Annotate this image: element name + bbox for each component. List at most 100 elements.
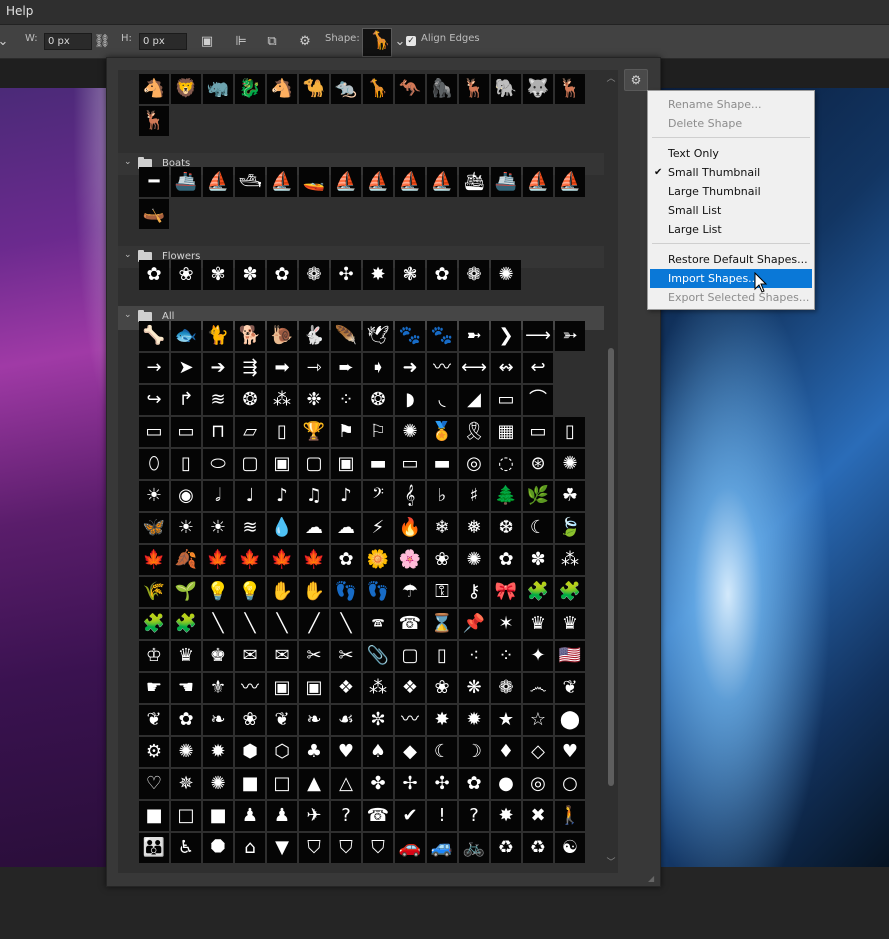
shape-thumbnail[interactable]: ▬ bbox=[363, 449, 393, 479]
shape-thumbnail[interactable]: ☁ bbox=[299, 513, 329, 543]
shape-thumbnail[interactable]: ♚ bbox=[203, 641, 233, 671]
shape-thumbnail[interactable]: ☎ bbox=[395, 609, 425, 639]
shape-thumbnail[interactable]: ◢ bbox=[459, 385, 489, 415]
shape-thumbnail[interactable]: ○ bbox=[555, 769, 585, 799]
shape-thumbnail[interactable]: 🍁 bbox=[235, 545, 265, 575]
shape-thumbnail[interactable]: ♥ bbox=[555, 737, 585, 767]
shape-thumbnail[interactable]: ✺ bbox=[491, 260, 521, 290]
shape-thumbnail[interactable]: ╲ bbox=[267, 609, 297, 639]
shape-thumbnail[interactable]: ❅ bbox=[459, 513, 489, 543]
shape-thumbnail[interactable]: ━ bbox=[139, 167, 169, 197]
shape-thumbnail[interactable]: ▭ bbox=[395, 449, 425, 479]
shape-thumbnail[interactable]: 🍁 bbox=[267, 545, 297, 575]
shape-thumbnail[interactable]: ➨ bbox=[331, 353, 361, 383]
shape-thumbnail[interactable]: ✸ bbox=[427, 705, 457, 735]
shape-thumbnail[interactable]: ☎ bbox=[363, 801, 393, 831]
shape-thumbnail[interactable]: ⛵ bbox=[555, 167, 585, 197]
shape-thumbnail[interactable]: ❀ bbox=[427, 673, 457, 703]
shape-thumbnail[interactable]: ✸ bbox=[491, 801, 521, 831]
shape-thumbnail[interactable]: ⚷ bbox=[459, 577, 489, 607]
shape-thumbnail[interactable]: ❖ bbox=[395, 673, 425, 703]
shape-thumbnail[interactable]: ✋ bbox=[267, 577, 297, 607]
shape-thumbnail[interactable]: ❯ bbox=[491, 321, 521, 351]
shape-thumbnail[interactable]: ♿ bbox=[171, 833, 201, 863]
shape-thumbnail[interactable]: 🌸 bbox=[395, 545, 425, 575]
shape-thumbnail[interactable]: 🌼 bbox=[363, 545, 393, 575]
shape-thumbnail[interactable]: ≋ bbox=[235, 513, 265, 543]
shape-thumbnail[interactable]: 🐺 bbox=[523, 74, 553, 104]
shape-thumbnail[interactable]: ♻ bbox=[523, 833, 553, 863]
shape-thumbnail[interactable]: 🦌 bbox=[459, 74, 489, 104]
shape-thumbnail[interactable]: ✹ bbox=[459, 705, 489, 735]
shape-thumbnail[interactable]: 👣 bbox=[331, 577, 361, 607]
shape-thumbnail[interactable]: ✉ bbox=[235, 641, 265, 671]
shape-thumbnail[interactable]: ♟ bbox=[267, 801, 297, 831]
shape-thumbnail[interactable]: 🧩 bbox=[555, 577, 585, 607]
shape-thumbnail[interactable]: 🐌 bbox=[267, 321, 297, 351]
shape-thumbnail[interactable]: ▯ bbox=[427, 641, 457, 671]
shape-thumbnail[interactable]: 👣 bbox=[363, 577, 393, 607]
shape-thumbnail[interactable]: ☂ bbox=[395, 577, 425, 607]
shape-thumbnail[interactable]: □ bbox=[267, 769, 297, 799]
shape-thumbnail[interactable]: ▲ bbox=[299, 769, 329, 799]
shape-thumbnail[interactable]: ⛵ bbox=[203, 167, 233, 197]
shape-thumbnail[interactable]: ♥ bbox=[331, 737, 361, 767]
shape-thumbnail[interactable]: ♦ bbox=[491, 737, 521, 767]
shape-thumbnail[interactable]: 🦘 bbox=[395, 74, 425, 104]
gear-icon[interactable]: ⚙ bbox=[296, 33, 314, 51]
shape-thumbnail[interactable]: ✋ bbox=[299, 577, 329, 607]
shape-thumbnail[interactable]: 🕿 bbox=[363, 609, 393, 639]
shape-thumbnail[interactable]: ■ bbox=[139, 801, 169, 831]
shape-thumbnail[interactable]: ♪ bbox=[267, 481, 297, 511]
shape-thumbnail[interactable]: 🌿 bbox=[523, 481, 553, 511]
shape-thumbnail[interactable]: ▢ bbox=[235, 449, 265, 479]
shape-thumbnail[interactable]: ☀ bbox=[139, 481, 169, 511]
scrollbar[interactable]: ︿ ﹀ bbox=[604, 70, 618, 873]
shape-thumbnail[interactable]: ▯ bbox=[171, 449, 201, 479]
shape-thumbnail[interactable]: ▦ bbox=[491, 417, 521, 447]
shape-thumbnail[interactable]: 💡 bbox=[203, 577, 233, 607]
shape-thumbnail[interactable]: ◇ bbox=[523, 737, 553, 767]
shape-thumbnail[interactable]: ⚿ bbox=[427, 577, 457, 607]
shape-thumbnail[interactable]: ■ bbox=[203, 801, 233, 831]
shape-thumbnail[interactable]: ◌ bbox=[491, 449, 521, 479]
scroll-up-icon[interactable]: ︿ bbox=[606, 74, 616, 84]
path-arrangement-icon[interactable]: ⧉ bbox=[263, 33, 281, 51]
shape-thumbnail[interactable]: ▭ bbox=[139, 417, 169, 447]
shape-thumbnail[interactable]: 🚗 bbox=[395, 833, 425, 863]
shape-thumbnail[interactable]: ✿ bbox=[331, 545, 361, 575]
shape-thumbnail[interactable]: ⛵ bbox=[395, 167, 425, 197]
shape-thumbnail[interactable]: ✿ bbox=[491, 545, 521, 575]
shape-thumbnail[interactable]: ✺ bbox=[555, 449, 585, 479]
shape-thumbnail[interactable]: ⚜ bbox=[203, 673, 233, 703]
shape-thumbnail[interactable]: ➧ bbox=[363, 353, 393, 383]
shape-thumbnail[interactable]: ⇶ bbox=[235, 353, 265, 383]
shape-thumbnail[interactable]: 〰 bbox=[427, 353, 457, 383]
shape-thumbnail[interactable]: ✽ bbox=[523, 545, 553, 575]
shape-thumbnail[interactable]: ✤ bbox=[363, 769, 393, 799]
shape-thumbnail[interactable]: 💡 bbox=[235, 577, 265, 607]
shape-thumbnail[interactable]: ❀ bbox=[235, 705, 265, 735]
shape-thumbnail[interactable]: ♛ bbox=[523, 609, 553, 639]
shape-thumbnail[interactable]: ✣ bbox=[427, 769, 457, 799]
shape-thumbnail[interactable]: ✂ bbox=[299, 641, 329, 671]
shape-thumbnail[interactable]: 🌲 bbox=[491, 481, 521, 511]
shape-thumbnail[interactable]: ▯ bbox=[555, 417, 585, 447]
shape-thumbnail[interactable]: 🌱 bbox=[171, 577, 201, 607]
shape-thumbnail[interactable]: ⬡ bbox=[267, 737, 297, 767]
shape-thumbnail[interactable]: ↱ bbox=[171, 385, 201, 415]
shape-thumbnail[interactable]: 🏅 bbox=[427, 417, 457, 447]
shape-thumbnail[interactable]: 〰 bbox=[235, 673, 265, 703]
shape-thumbnail[interactable]: ❦ bbox=[267, 705, 297, 735]
shape-thumbnail[interactable]: ⚐ bbox=[363, 417, 393, 447]
shape-thumbnail[interactable]: ❧ bbox=[299, 705, 329, 735]
shape-thumbnail[interactable]: ◎ bbox=[459, 449, 489, 479]
shape-thumbnail[interactable]: ◟ bbox=[427, 385, 457, 415]
shape-thumbnail[interactable]: △ bbox=[331, 769, 361, 799]
shape-thumbnail[interactable]: ❖ bbox=[331, 673, 361, 703]
shape-thumbnail[interactable]: ♛ bbox=[555, 609, 585, 639]
shape-thumbnail[interactable]: ❆ bbox=[491, 513, 521, 543]
shape-thumbnail[interactable]: ♫ bbox=[299, 481, 329, 511]
menu-item-import-shapes[interactable]: Import Shapes... bbox=[650, 269, 812, 288]
shape-thumbnail[interactable]: ☀ bbox=[171, 513, 201, 543]
